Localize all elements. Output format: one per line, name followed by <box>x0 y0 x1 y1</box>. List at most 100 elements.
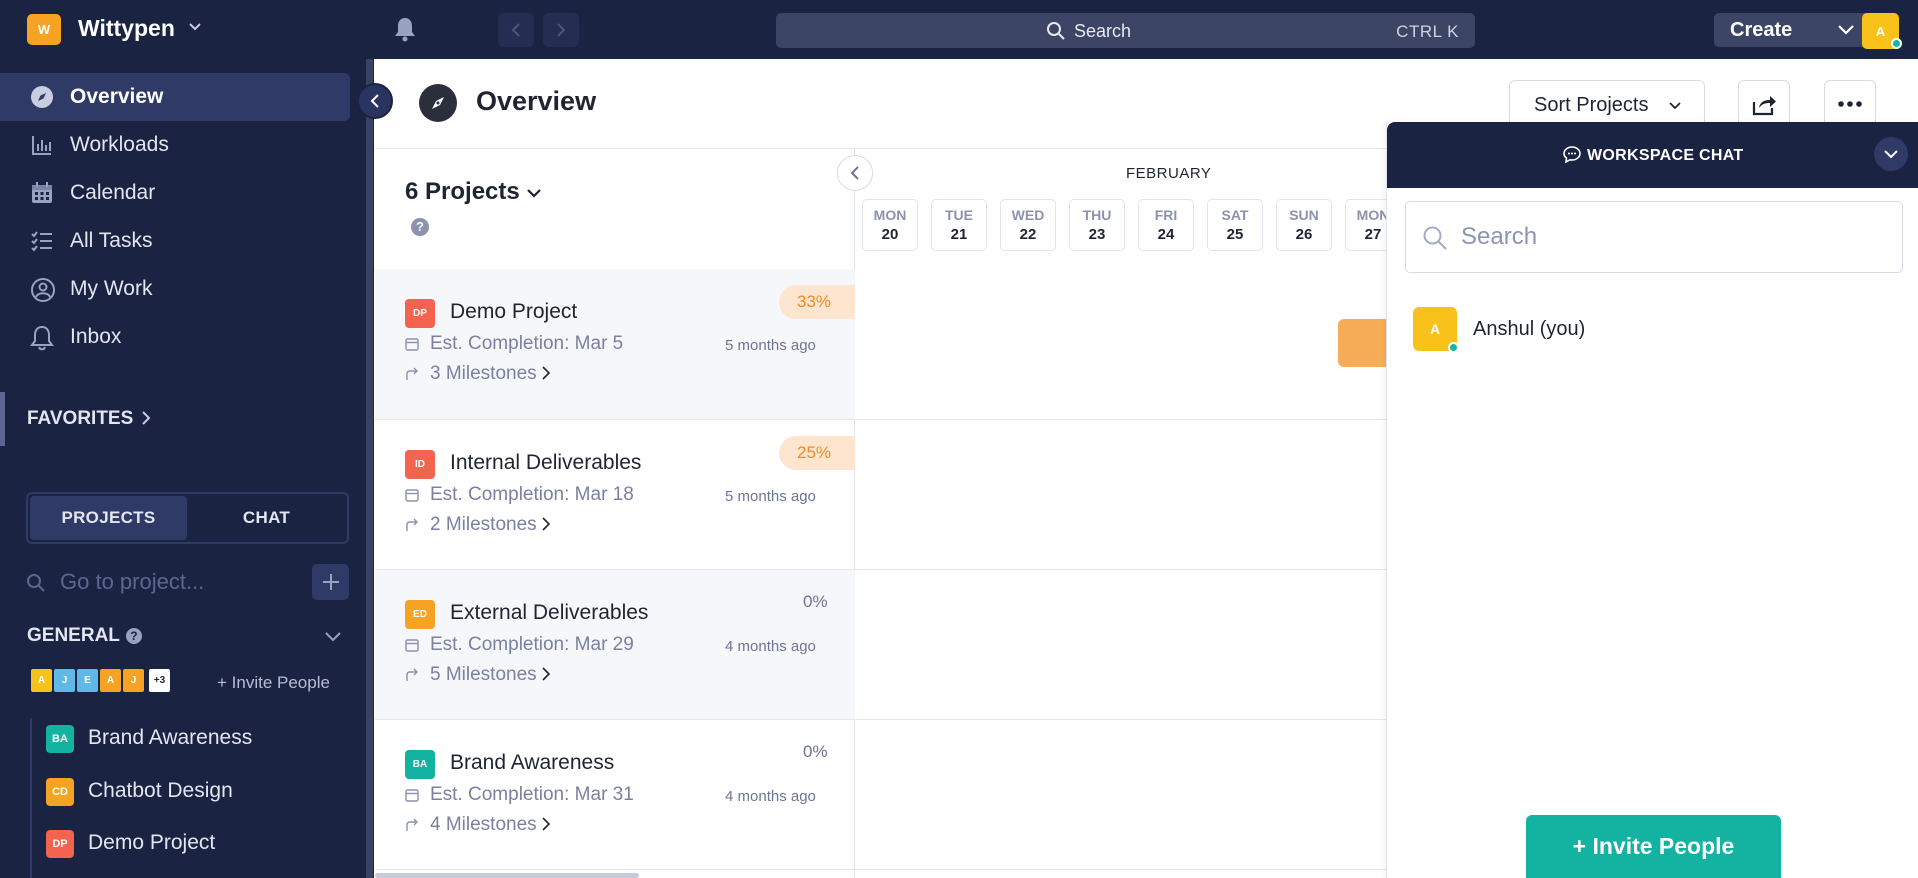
member-avatar[interactable]: J <box>121 667 146 694</box>
chat-search-input[interactable]: Search <box>1405 201 1903 273</box>
sidebar-scrollbar[interactable] <box>366 59 373 878</box>
projects-count-dropdown[interactable]: 6 Projects <box>405 178 542 206</box>
milestones-count: 3 Milestones <box>430 363 537 384</box>
member-avatar[interactable]: J <box>52 667 77 694</box>
day-date: 20 <box>881 226 899 243</box>
divider <box>375 869 1387 870</box>
timeline-day[interactable]: FRI 24 <box>1138 199 1194 251</box>
more-members-badge[interactable]: +3 <box>147 667 172 694</box>
timeline-day[interactable]: WED 22 <box>1000 199 1056 251</box>
collapse-chat-button[interactable] <box>1874 137 1908 171</box>
tab-chat[interactable]: CHAT <box>188 496 345 540</box>
project-label: Brand Awareness <box>88 726 253 749</box>
timeline-day[interactable]: SUN 26 <box>1276 199 1332 251</box>
milestones-link[interactable]: 3 Milestones <box>430 363 551 385</box>
sidebar-item-label: All Tasks <box>70 229 153 252</box>
project-row[interactable]: BA Brand Awareness Est. Completion: Mar … <box>375 720 855 870</box>
sidebar-item-label: My Work <box>70 277 153 300</box>
chat-user-name: Anshul (you) <box>1473 318 1586 340</box>
timeline-month: FEBRUARY <box>1126 165 1212 182</box>
more-options-button[interactable] <box>1824 80 1876 128</box>
sidebar-item-inbox[interactable]: Inbox <box>0 313 350 361</box>
timeline-day[interactable]: MON 20 <box>862 199 918 251</box>
invite-people-button[interactable]: + Invite People <box>1526 815 1781 878</box>
project-badge: BA <box>405 750 435 779</box>
chat-header: WORKSPACE CHAT <box>1387 122 1918 188</box>
timeline-day[interactable]: SAT 25 <box>1207 199 1263 251</box>
create-button[interactable]: Create <box>1714 13 1871 47</box>
timeline-day[interactable]: THU 23 <box>1069 199 1125 251</box>
calendar-icon <box>32 182 52 203</box>
global-search[interactable]: Search CTRL K <box>776 13 1475 48</box>
project-label: Chatbot Design <box>88 779 233 802</box>
project-row[interactable]: ID Internal Deliverables Est. Completion… <box>375 420 855 570</box>
updated-time: 5 months ago <box>725 337 816 354</box>
timeline-day[interactable]: TUE 21 <box>931 199 987 251</box>
add-project-button[interactable] <box>312 564 349 600</box>
member-avatar[interactable]: A <box>98 667 123 694</box>
general-label: GENERAL <box>27 625 120 646</box>
chevron-right-icon <box>142 411 151 425</box>
sidebar-item-all-tasks[interactable]: All Tasks <box>0 217 350 265</box>
search-icon <box>27 574 45 592</box>
top-bar: W Wittypen Search CTRL K Create A <box>0 0 1918 59</box>
project-name[interactable]: Internal Deliverables <box>450 451 641 475</box>
project-name[interactable]: Brand Awareness <box>450 751 614 775</box>
forward-button[interactable] <box>543 13 579 47</box>
calendar-icon <box>405 489 419 502</box>
tab-projects[interactable]: PROJECTS <box>30 496 187 540</box>
online-status-dot <box>1891 38 1902 49</box>
project-row[interactable]: ED External Deliverables Est. Completion… <box>375 570 855 720</box>
day-date: 22 <box>1019 226 1037 243</box>
milestones-link[interactable]: 2 Milestones <box>430 514 551 536</box>
invite-people-link[interactable]: + Invite People <box>217 673 330 693</box>
timeline-collapse-button[interactable] <box>837 155 873 191</box>
day-date: 23 <box>1088 226 1106 243</box>
updated-time: 5 months ago <box>725 488 816 505</box>
search-shortcut: CTRL K <box>1396 22 1459 41</box>
estimated-completion: Est. Completion: Mar 5 <box>430 333 624 354</box>
help-icon[interactable]: ? <box>411 218 429 236</box>
member-avatar[interactable]: A <box>29 667 54 694</box>
sort-projects-button[interactable]: Sort Projects <box>1509 80 1705 128</box>
horizontal-scrollbar[interactable] <box>375 873 639 878</box>
compass-icon <box>31 86 53 108</box>
milestones-link[interactable]: 5 Milestones <box>430 664 551 686</box>
chevron-right-icon <box>557 23 566 37</box>
chevron-left-icon <box>511 23 520 37</box>
workspace-logo[interactable]: W <box>27 14 61 45</box>
sidebar-item-calendar[interactable]: Calendar <box>0 169 350 217</box>
back-button[interactable] <box>498 13 534 47</box>
member-avatar[interactable]: E <box>75 667 100 694</box>
chevron-down-icon <box>1669 102 1681 110</box>
sidebar-item-label: Calendar <box>70 181 156 204</box>
sidebar-item-workloads[interactable]: Workloads <box>0 121 350 169</box>
milestones-count: 2 Milestones <box>430 514 537 535</box>
sort-projects-label: Sort Projects <box>1534 94 1649 116</box>
milestone-arrow-icon <box>406 818 418 831</box>
sidebar-item-label: Overview <box>70 85 164 108</box>
go-to-project-input[interactable]: Go to project... <box>26 564 276 600</box>
general-section-header[interactable]: GENERAL? <box>27 625 142 647</box>
milestones-link[interactable]: 4 Milestones <box>430 814 551 836</box>
share-icon <box>1752 96 1776 116</box>
sidebar-item-my-work[interactable]: My Work <box>0 265 350 313</box>
notification-bell-icon[interactable] <box>393 16 417 42</box>
collapse-sidebar-button[interactable] <box>357 83 393 119</box>
day-date: 24 <box>1157 226 1175 243</box>
chevron-right-icon <box>542 517 550 531</box>
workspace-name[interactable]: Wittypen <box>78 15 175 42</box>
project-name[interactable]: Demo Project <box>450 300 577 324</box>
share-button[interactable] <box>1738 80 1790 128</box>
chat-search-placeholder: Search <box>1461 223 1538 250</box>
divider <box>375 148 1387 149</box>
help-icon[interactable]: ? <box>125 628 142 644</box>
project-name[interactable]: External Deliverables <box>450 601 648 625</box>
project-label: Demo Project <box>88 831 216 854</box>
sidebar-item-overview[interactable]: Overview <box>0 73 350 121</box>
favorites-header[interactable]: FAVORITES <box>27 408 151 430</box>
go-to-project-placeholder: Go to project... <box>60 569 205 594</box>
project-row[interactable]: DP Demo Project Est. Completion: Mar 5 3… <box>375 269 855 419</box>
chevron-down-icon[interactable] <box>324 631 342 643</box>
chevron-down-icon[interactable] <box>188 22 202 32</box>
